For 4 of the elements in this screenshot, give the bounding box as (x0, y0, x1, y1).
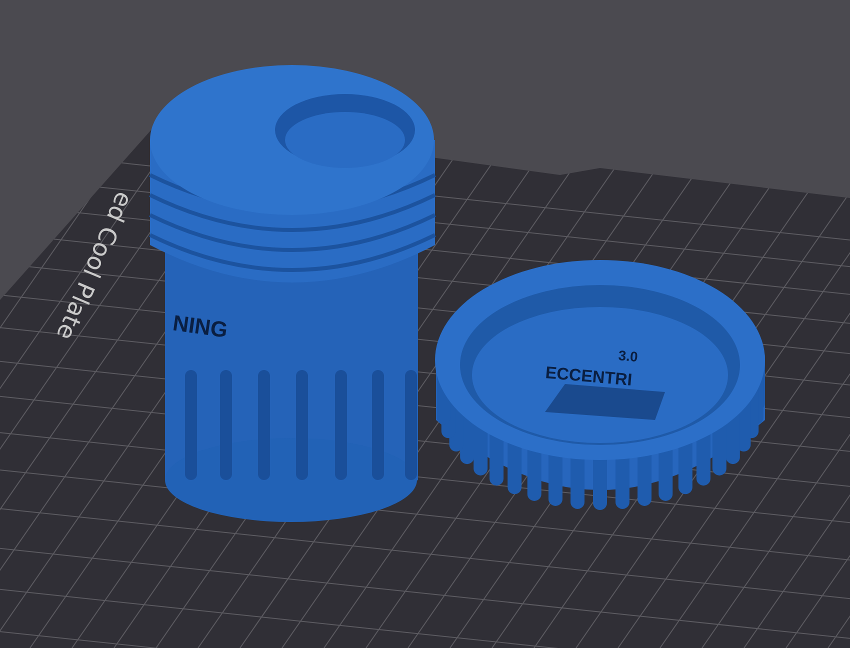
plate-label: ed Cool Plate (50, 188, 138, 344)
embossed-text: ECCENTRI (544, 363, 633, 390)
embossed-text: 3.0 (618, 347, 639, 365)
embossed-text: NING (171, 310, 230, 343)
